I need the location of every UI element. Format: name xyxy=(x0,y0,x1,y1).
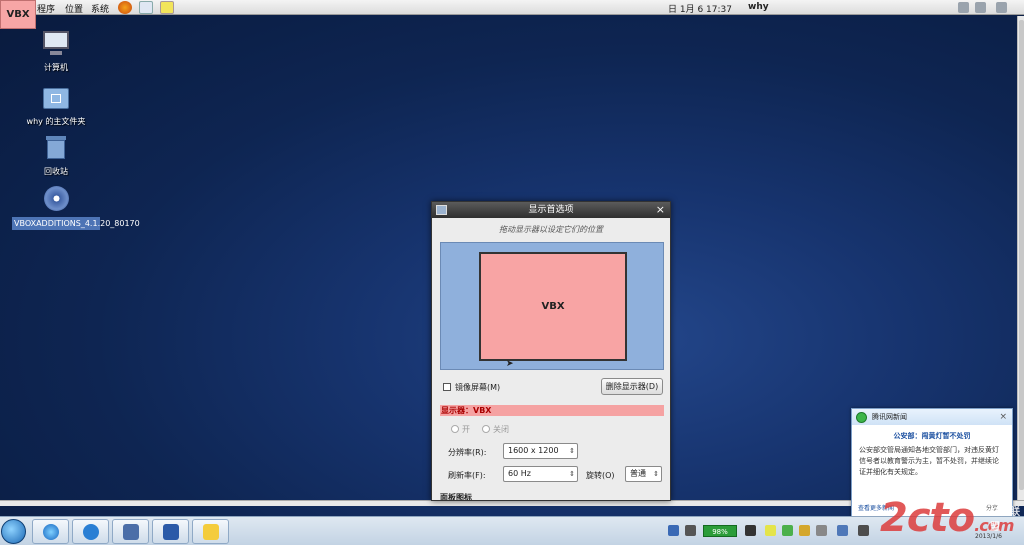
monitor-tray-icon[interactable] xyxy=(858,525,869,536)
radio-on-label: 开 xyxy=(462,425,470,434)
display-preferences-dialog: 显示首选项 × 拖动显示器以设定它们的位置 VBX ➤ 镜像屏幕(M) 删除显示… xyxy=(431,201,671,501)
radio-off-label: 关闭 xyxy=(493,425,509,434)
volume-icon[interactable] xyxy=(975,2,986,13)
menu-applications[interactable]: 程序 xyxy=(37,2,55,15)
desktop-icon-label: VBOXADDITIONS_4.1.20_80170 xyxy=(12,217,140,230)
radio-on[interactable] xyxy=(451,425,459,433)
dialog-titlebar[interactable]: 显示首选项 × xyxy=(432,202,670,218)
mail-icon[interactable] xyxy=(139,1,153,14)
rotation-select[interactable]: 普通 ⇕ xyxy=(625,466,662,482)
refresh-label: 刷新率(F): xyxy=(448,471,486,480)
firefox-icon[interactable] xyxy=(118,1,132,14)
spin-arrows-icon: ⇕ xyxy=(569,447,575,455)
news-popup-header: 腾讯网新闻 × xyxy=(852,409,1012,425)
menu-places[interactable]: 位置 xyxy=(65,2,83,15)
spin-arrows-icon: ⇕ xyxy=(653,470,659,478)
desktop-icon-home[interactable]: why 的主文件夹 xyxy=(10,84,102,128)
clock[interactable]: 日 1月 6 17:37 xyxy=(668,2,732,15)
watermark-text: 2cto xyxy=(880,495,975,541)
close-icon[interactable]: × xyxy=(999,409,1007,425)
display-section-label: 显示器：VBX xyxy=(440,405,664,416)
monitor-arrangement-area[interactable]: VBX ➤ xyxy=(440,242,664,370)
help-icon[interactable] xyxy=(668,525,679,536)
power-icon[interactable] xyxy=(745,525,756,536)
virtualbox-icon xyxy=(123,524,139,540)
scrollbar-thumb[interactable] xyxy=(1019,20,1024,490)
menu-system[interactable]: 系统 xyxy=(91,2,109,15)
computer-icon xyxy=(41,30,71,58)
taskbar-word[interactable] xyxy=(152,519,189,544)
mouse-pointer-icon: ➤ xyxy=(506,359,514,369)
refresh-select[interactable]: 60 Hz ⇕ xyxy=(503,466,578,482)
tencent-logo-icon xyxy=(856,412,867,423)
taskbar-virtualbox[interactable] xyxy=(112,519,149,544)
ie-icon xyxy=(43,524,59,540)
vertical-scrollbar[interactable] xyxy=(1017,16,1024,501)
kugou-icon xyxy=(83,524,99,540)
arrange-hint: 拖动显示器以设定它们的位置 xyxy=(499,225,603,234)
tray-expand-icon[interactable] xyxy=(685,525,696,536)
network-icon[interactable] xyxy=(837,525,848,536)
desktop-icon-vbox-additions[interactable]: VBOXADDITIONS_4.1.20_80170 xyxy=(10,186,140,230)
news-source: 腾讯网新闻 xyxy=(872,413,907,421)
tray-app-icon[interactable] xyxy=(799,525,810,536)
taskbar-sticky-notes[interactable] xyxy=(192,519,229,544)
mirror-label: 镜像屏幕(M) xyxy=(455,383,501,392)
news-body: 公安部交管局通知各地交管部门，对违反黄灯信号者以教育警示为主，暂不处罚，并继续论… xyxy=(859,446,999,476)
top-panel: 程序 位置 系统 日 1月 6 17:37 why xyxy=(0,0,1024,15)
desktop-icon-trash[interactable]: 回收站 xyxy=(10,134,102,178)
taskbar-kugou[interactable] xyxy=(72,519,109,544)
taskbar-date[interactable]: 2013/1/6 xyxy=(975,533,1002,540)
news-headline[interactable]: 公安部：闯黄灯暂不处罚 xyxy=(852,431,1012,441)
spin-arrows-icon: ⇕ xyxy=(569,470,575,478)
radio-off[interactable] xyxy=(482,425,490,433)
tray-app-icon[interactable] xyxy=(782,525,793,536)
dialog-title: 显示首选项 xyxy=(528,205,574,215)
cdrom-icon xyxy=(41,186,71,214)
tray-app-icon[interactable] xyxy=(765,525,776,536)
watermark-cn: 红黑联盟 xyxy=(990,507,1020,533)
username[interactable]: why xyxy=(748,2,769,12)
panel-icon-section-label: 面板图标 xyxy=(440,493,472,501)
desktop-icon-computer[interactable]: 计算机 xyxy=(10,30,102,74)
start-button[interactable] xyxy=(1,519,26,544)
refresh-value: 60 Hz xyxy=(508,469,531,478)
network-icon[interactable] xyxy=(958,2,969,13)
remove-display-button[interactable]: 删除显示器(D) xyxy=(601,378,663,395)
resolution-value: 1600 x 1200 xyxy=(508,446,559,455)
home-folder-icon xyxy=(41,84,71,112)
trash-icon xyxy=(41,134,71,162)
word-icon xyxy=(163,524,179,540)
monitor-block[interactable]: VBX xyxy=(479,252,627,361)
tray-app-icon[interactable] xyxy=(816,525,827,536)
shutdown-icon[interactable] xyxy=(996,2,1007,13)
monitor-icon xyxy=(436,205,447,215)
resolution-select[interactable]: 1600 x 1200 ⇕ xyxy=(503,443,578,459)
mirror-checkbox[interactable] xyxy=(443,383,451,391)
resolution-label: 分辨率(R): xyxy=(448,448,487,457)
rotation-value: 普通 xyxy=(630,469,646,478)
battery-indicator[interactable]: 98% xyxy=(703,525,737,537)
desktop-icon-label: why 的主文件夹 xyxy=(26,117,86,126)
rotation-label: 旋转(O) xyxy=(586,471,615,480)
desktop-icon-label: 计算机 xyxy=(44,63,68,72)
notes-icon[interactable] xyxy=(160,1,174,14)
sticky-notes-icon xyxy=(203,524,219,540)
vm-name-badge: VBX xyxy=(0,0,36,29)
taskbar xyxy=(0,516,1024,545)
desktop-icon-label: 回收站 xyxy=(44,167,68,176)
taskbar-ie[interactable] xyxy=(32,519,69,544)
close-icon[interactable]: × xyxy=(656,202,665,218)
